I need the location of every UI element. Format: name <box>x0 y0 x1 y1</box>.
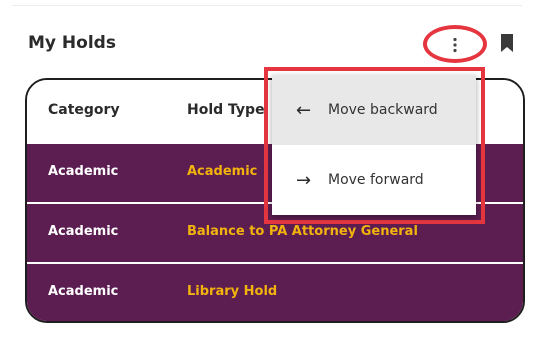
arrow-right-icon: → <box>296 169 312 191</box>
bookmark-icon[interactable] <box>501 34 513 52</box>
column-header-hold-type[interactable]: Hold Type <box>187 102 265 118</box>
move-forward-menu-item[interactable]: → Move forward <box>272 145 476 215</box>
table-row[interactable]: Academic Library Hold <box>27 264 523 321</box>
category-cell: Academic <box>48 224 119 239</box>
category-cell: Academic <box>48 284 119 299</box>
move-backward-menu-item[interactable]: ← Move backward <box>272 75 476 145</box>
more-vertical-icon <box>453 37 457 53</box>
menu-item-label: Move forward <box>328 172 424 188</box>
page-title: My Holds <box>28 33 116 53</box>
menu-item-label: Move backward <box>328 102 438 118</box>
hold-type-link[interactable]: Academic <box>187 164 257 179</box>
category-cell: Academic <box>48 164 119 179</box>
hold-type-link[interactable]: Library Hold <box>187 284 277 299</box>
hold-type-link[interactable]: Balance to PA Attorney General <box>187 224 418 239</box>
top-divider <box>12 5 522 6</box>
more-options-button[interactable] <box>438 30 472 60</box>
widget-options-menu: ← Move backward → Move forward <box>272 75 476 215</box>
arrow-left-icon: ← <box>296 99 312 121</box>
column-header-category[interactable]: Category <box>48 102 120 118</box>
